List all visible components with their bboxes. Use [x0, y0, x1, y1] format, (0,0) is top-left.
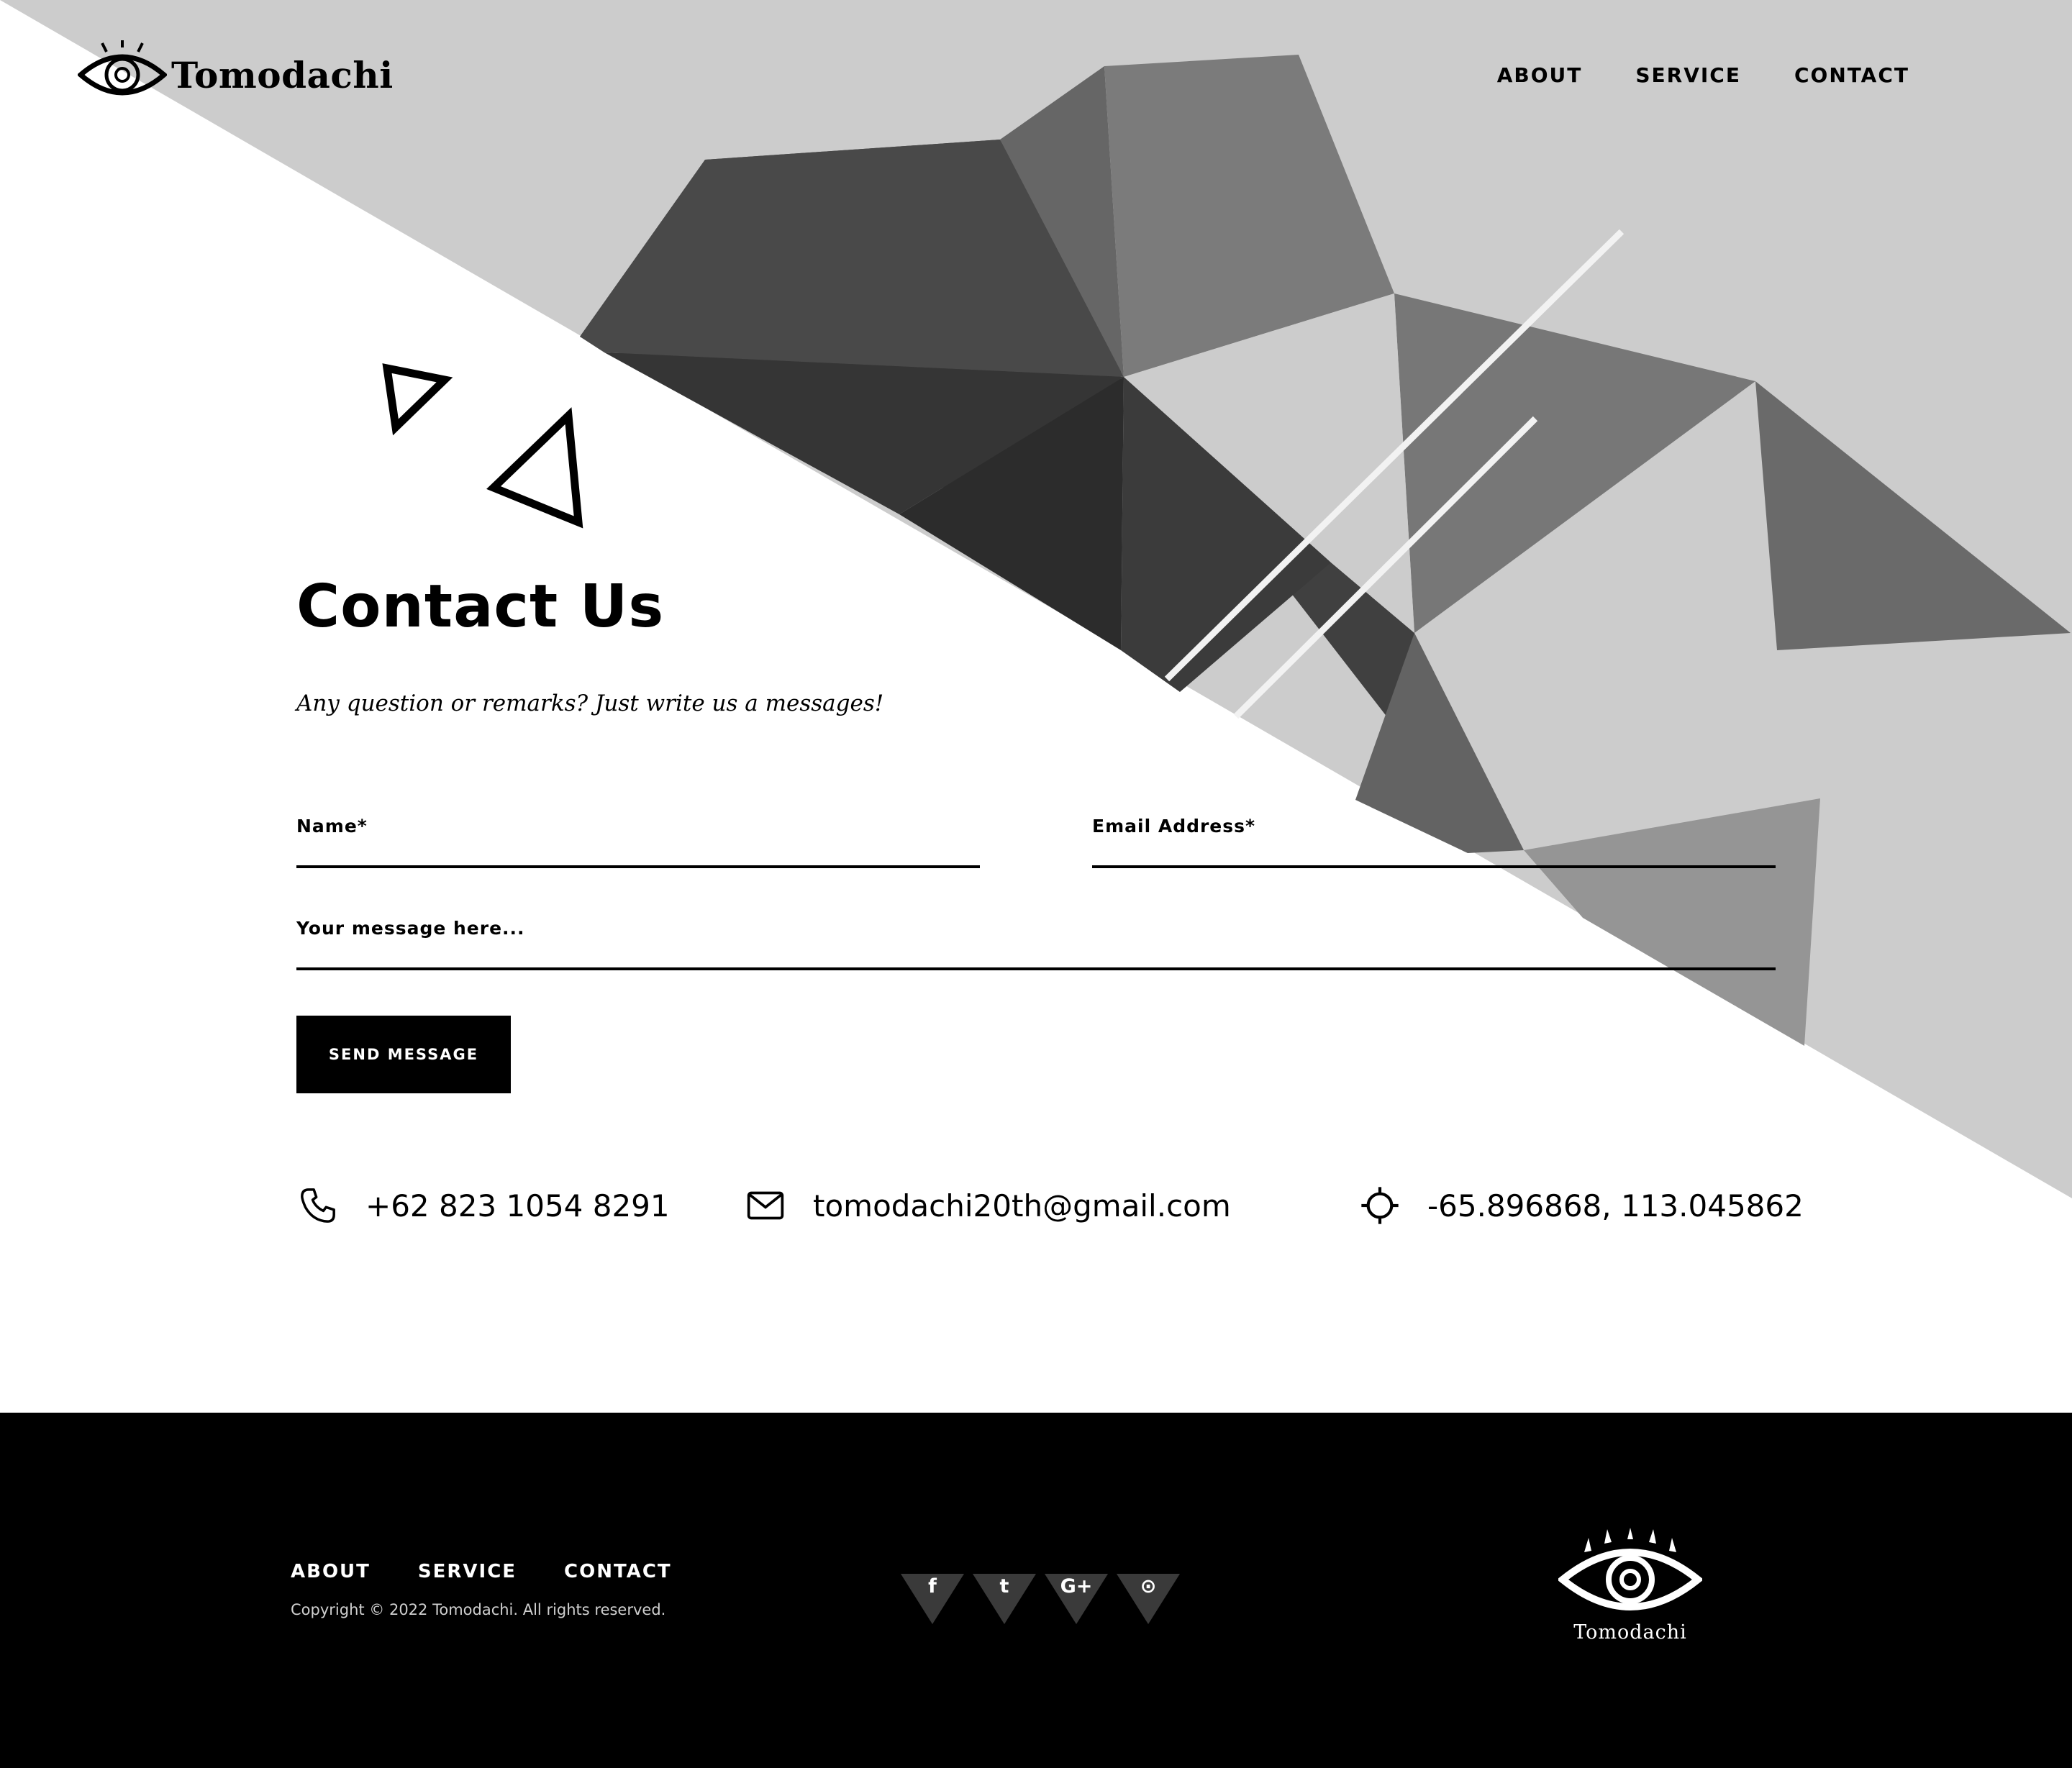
send-message-button[interactable]: SEND MESSAGE	[296, 1016, 511, 1093]
location-text: -65.896868, 113.045862	[1427, 1188, 1804, 1224]
mail-icon	[747, 1191, 784, 1220]
email-input[interactable]	[1092, 837, 1776, 868]
nav-contact[interactable]: CONTACT	[1794, 63, 1909, 87]
google-plus-link[interactable]: G+	[1045, 1574, 1108, 1624]
footer-nav-service[interactable]: SERVICE	[418, 1561, 517, 1582]
contact-location: -65.896868, 113.045862	[1360, 1185, 1804, 1226]
social-links: f t G+ ⊙	[901, 1574, 1180, 1624]
name-input[interactable]	[296, 837, 980, 868]
brand-name: Tomodachi	[171, 53, 394, 96]
nav-service[interactable]: SERVICE	[1635, 63, 1741, 87]
footer: ABOUT SERVICE CONTACT Copyright © 2022 T…	[0, 1413, 2072, 1768]
phone-icon	[301, 1188, 335, 1223]
contact-email: tomodachi20th@gmail.com	[745, 1185, 1231, 1226]
phone-text: +62 823 1054 8291	[365, 1188, 670, 1224]
page-title: Contact Us	[296, 573, 665, 641]
contact-phone: +62 823 1054 8291	[298, 1185, 670, 1226]
email-text: tomodachi20th@gmail.com	[813, 1188, 1231, 1224]
nav-about[interactable]: ABOUT	[1497, 63, 1583, 87]
footer-nav-contact[interactable]: CONTACT	[564, 1561, 672, 1582]
footer-brand-name: Tomodachi	[1573, 1621, 1687, 1644]
brand-logo[interactable]: Tomodachi	[78, 40, 394, 109]
location-icon	[1361, 1187, 1399, 1224]
twitter-link[interactable]: t	[973, 1574, 1036, 1624]
eye-icon	[1557, 1528, 1704, 1610]
main-nav: ABOUT SERVICE CONTACT	[1497, 63, 1909, 87]
page-subtitle: Any question or remarks? Just write us a…	[296, 691, 884, 716]
name-label: Name*	[296, 816, 368, 837]
email-field-group: Email Address*	[1092, 816, 1776, 868]
footer-logo[interactable]: Tomodachi	[1557, 1528, 1704, 1644]
copyright-text: Copyright © 2022 Tomodachi. All rights r…	[291, 1601, 666, 1618]
facebook-link[interactable]: f	[901, 1574, 964, 1624]
email-label: Email Address*	[1092, 816, 1256, 837]
message-label: Your message here...	[296, 918, 525, 939]
footer-nav: ABOUT SERVICE CONTACT	[291, 1561, 672, 1582]
name-field-group: Name*	[296, 816, 980, 868]
github-link[interactable]: ⊙	[1117, 1574, 1180, 1624]
message-input[interactable]	[296, 939, 1776, 970]
footer-nav-about[interactable]: ABOUT	[291, 1561, 371, 1582]
message-field-group: Your message here...	[296, 918, 1776, 970]
eye-icon	[78, 40, 167, 96]
